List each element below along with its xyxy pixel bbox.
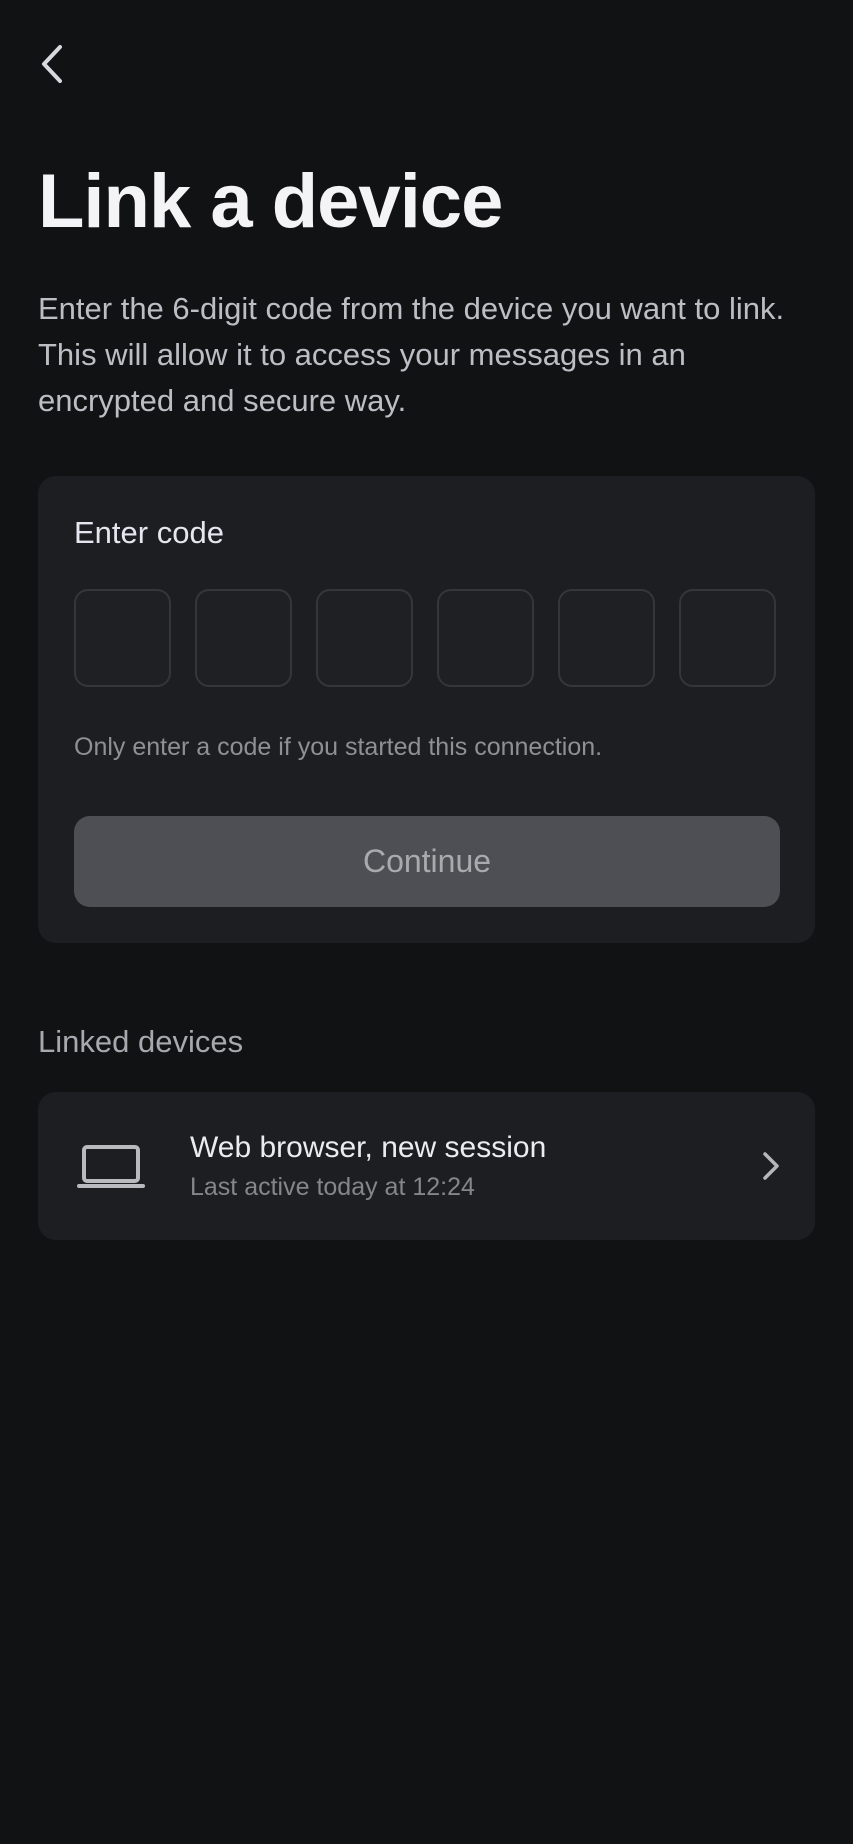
device-last-active: Last active today at 12:24 xyxy=(190,1173,475,1201)
continue-button[interactable]: Continue xyxy=(74,816,780,907)
page-title: Link a device xyxy=(38,159,503,244)
chevron-left-icon xyxy=(42,45,62,83)
code-digit-1[interactable] xyxy=(74,589,171,687)
linked-device-item[interactable]: Web browser, new session Last active tod… xyxy=(38,1092,815,1240)
code-digit-3[interactable] xyxy=(316,589,413,687)
device-name: Web browser, new session xyxy=(190,1131,547,1164)
code-label: Enter code xyxy=(74,515,224,550)
back-button[interactable] xyxy=(30,42,74,86)
code-digit-2[interactable] xyxy=(195,589,292,687)
code-helper-text: Only enter a code if you started this co… xyxy=(74,733,603,761)
laptop-icon xyxy=(77,1145,145,1188)
chevron-right-icon xyxy=(763,1152,779,1180)
code-digit-6[interactable] xyxy=(679,589,776,687)
code-digit-5[interactable] xyxy=(558,589,655,687)
code-digit-4[interactable] xyxy=(437,589,534,687)
linked-devices-heading: Linked devices xyxy=(38,1024,244,1059)
code-entry-card: Enter code Only enter a code if you star… xyxy=(38,476,815,943)
page-description: Enter the 6-digit code from the device y… xyxy=(38,291,785,418)
